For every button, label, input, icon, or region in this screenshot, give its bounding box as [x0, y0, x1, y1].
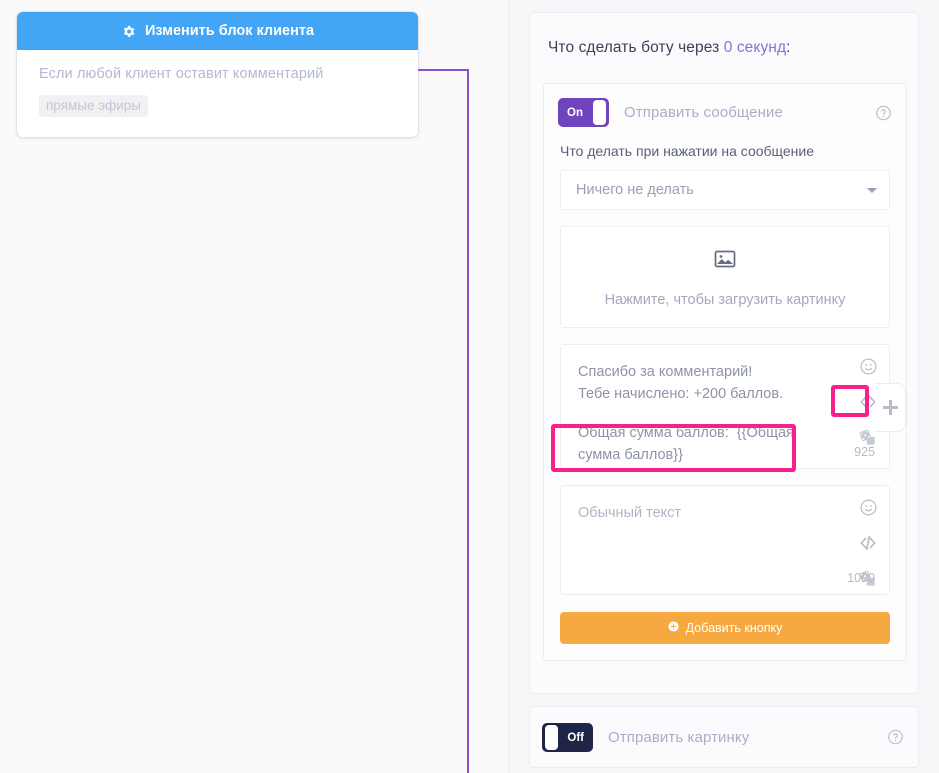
click-action-label: Что делать при нажатии на сообщение [560, 143, 815, 159]
click-action-select-value: Ничего не делать [576, 182, 694, 198]
toggle-knob [545, 725, 558, 750]
code-icon[interactable] [857, 532, 879, 554]
emoji-icon[interactable] [857, 496, 879, 518]
toggle-state-label: On [567, 106, 583, 119]
client-tag-chip[interactable]: прямые эфиры [39, 95, 148, 117]
image-upload-label: Нажмите, чтобы загрузить картинку [604, 291, 846, 308]
message-char-count-secondary: 1000 [847, 571, 875, 585]
emoji-icon[interactable] [857, 355, 879, 377]
client-condition-text: Если любой клиент оставит комментарий [39, 66, 324, 82]
connector-line-vertical [467, 69, 469, 773]
client-block-title: Изменить блок клиента [144, 23, 315, 39]
add-action-edge-tab[interactable] [875, 383, 906, 432]
connector-line-horizontal [417, 69, 469, 71]
chevron-down-icon [867, 187, 877, 193]
panel-title-prefix: Что сделать боту через [548, 39, 720, 56]
client-block-card[interactable]: Изменить блок клиента Если любой клиент … [17, 12, 418, 137]
message-textarea-secondary[interactable]: Обычный текст 1000 [560, 485, 890, 595]
action-block-send-message: On Отправить сообщение Что делать при на… [543, 83, 907, 661]
client-block-body: Если любой клиент оставит комментарий пр… [17, 50, 418, 137]
question-circle-icon[interactable] [887, 728, 904, 745]
action-title-send-image: Отправить картинку [608, 729, 750, 746]
action-card-image: Off Отправить картинку [529, 706, 919, 768]
question-circle-icon[interactable] [875, 104, 892, 121]
toggle-state-label: Off [567, 731, 584, 744]
panel-title: Что сделать боту через 0 секунд: [548, 39, 791, 57]
flow-canvas: Изменить блок клиента Если любой клиент … [0, 0, 508, 773]
panel-title-seconds[interactable]: 0 секунд [724, 39, 786, 56]
action-header: On Отправить сообщение [544, 84, 906, 141]
action-header-image: Off Отправить картинку [530, 707, 918, 766]
plus-icon [882, 400, 898, 415]
client-block-header[interactable]: Изменить блок клиента [17, 12, 418, 50]
plus-circle-icon [668, 621, 679, 635]
message-variable-line[interactable]: Общая сумма баллов: {{Общая сумма баллов… [571, 417, 817, 474]
panel-title-suffix: : [786, 39, 791, 56]
gear-icon [121, 24, 136, 39]
action-card-message: Что сделать боту через 0 секунд: On Отпр… [529, 12, 919, 694]
message-char-count-primary: 925 [854, 445, 875, 459]
screen-root: Изменить блок клиента Если любой клиент … [0, 0, 939, 773]
message-textarea-value: Спасибо за комментарий! Тебе начислено: … [578, 364, 784, 403]
message-textarea-secondary-placeholder: Обычный текст [578, 505, 682, 521]
add-button-label: Добавить кнопку [685, 621, 783, 635]
message-textarea-primary[interactable]: Спасибо за комментарий! Тебе начислено: … [560, 344, 890, 469]
toggle-knob [593, 100, 606, 125]
action-toggle-send-message[interactable]: On [558, 98, 609, 127]
image-upload-dropzone[interactable]: Нажмите, чтобы загрузить картинку [560, 226, 890, 328]
action-title-send-message: Отправить сообщение [624, 104, 783, 121]
action-toggle-send-image[interactable]: Off [542, 723, 593, 752]
add-button-button[interactable]: Добавить кнопку [560, 612, 890, 644]
image-placeholder-icon [713, 247, 737, 276]
click-action-select[interactable]: Ничего не делать [560, 170, 890, 210]
